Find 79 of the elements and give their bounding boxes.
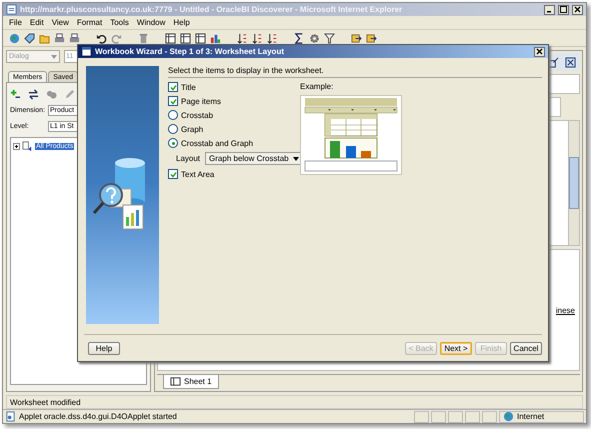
checkbox[interactable]: [168, 169, 178, 179]
radio-button[interactable]: [168, 138, 178, 148]
page-icon: [5, 411, 16, 422]
checkbox[interactable]: [168, 96, 178, 106]
sheet-tab[interactable]: Sheet 1: [163, 375, 219, 389]
restore-icon[interactable]: [548, 56, 559, 68]
status-pane: [448, 410, 463, 422]
close-icon[interactable]: [565, 56, 576, 68]
radio-button[interactable]: [168, 110, 178, 120]
tag-icon[interactable]: [24, 32, 35, 44]
sort-icon[interactable]: [267, 32, 278, 44]
checkmark-icon: [170, 170, 176, 178]
radio-label[interactable]: Graph: [181, 124, 204, 134]
zone-label: Internet: [517, 412, 544, 421]
menu-item[interactable]: View: [52, 18, 69, 27]
close-icon: [536, 48, 543, 55]
scrollbar[interactable]: [568, 121, 579, 245]
sheet-icon: [170, 376, 181, 387]
export-icon[interactable]: [351, 32, 362, 44]
layout-dropdown[interactable]: Graph below Crosstab: [205, 152, 303, 165]
dialog-title: Workbook Wizard - Step 1 of 3: Worksheet Layout: [95, 47, 285, 56]
close-icon: [574, 6, 581, 13]
wizard-button[interactable]: Cancel: [510, 342, 542, 354]
caret-icon: [292, 156, 299, 160]
hierarchy-icon: [22, 141, 33, 152]
minimize-button[interactable]: [544, 4, 555, 14]
radio-label[interactable]: Crosstab: [181, 110, 214, 120]
close-button[interactable]: [572, 4, 583, 14]
undo-icon[interactable]: [96, 32, 107, 44]
radio-button[interactable]: [168, 124, 178, 134]
gear-icon[interactable]: [309, 32, 320, 44]
radio-label[interactable]: Crosstab and Graph: [181, 138, 254, 148]
maximize-button[interactable]: [558, 4, 569, 14]
status-pane: [465, 410, 480, 422]
page-icon: [6, 4, 17, 15]
printer-icon[interactable]: [54, 32, 65, 44]
menu-item[interactable]: Format: [76, 18, 102, 27]
folder-icon[interactable]: [39, 32, 50, 44]
expand-icon[interactable]: [13, 143, 20, 150]
globe-icon[interactable]: [9, 32, 20, 44]
sum-icon[interactable]: [294, 32, 305, 44]
bar-chart-icon[interactable]: [210, 32, 221, 44]
trash-icon[interactable]: [138, 32, 149, 44]
layout-label: Layout: [176, 154, 200, 163]
menu-item[interactable]: Tools: [110, 18, 129, 27]
status-pane: [431, 410, 446, 422]
link[interactable]: inese: [556, 306, 575, 314]
help-button[interactable]: Help: [88, 342, 120, 354]
menu-item[interactable]: Edit: [30, 18, 44, 27]
status-text: Applet oracle.dss.d4o.gui.D4OApplet started: [19, 412, 177, 421]
status-message: Worksheet modified: [6, 395, 583, 409]
checkbox[interactable]: [168, 82, 178, 92]
table-icon[interactable]: [180, 32, 191, 44]
close-button[interactable]: [534, 46, 545, 56]
add-icon[interactable]: [10, 89, 21, 100]
sort-icon[interactable]: [237, 32, 248, 44]
menu-item[interactable]: Window: [136, 18, 166, 27]
export-icon[interactable]: [366, 32, 377, 44]
instruction-text: Select the items to display in the worksheet.: [168, 66, 542, 78]
window-icon: [81, 46, 92, 57]
printer-icon[interactable]: [69, 32, 80, 44]
cluster-icon[interactable]: [46, 89, 57, 100]
status-pane: [414, 410, 429, 422]
status-pane: [482, 410, 497, 422]
checkbox-label[interactable]: Page items: [181, 96, 222, 106]
globe-icon: [503, 411, 514, 422]
example-label: Example:: [300, 82, 334, 91]
checkbox-label[interactable]: Text Area: [181, 170, 214, 178]
checkbox-label[interactable]: Title: [181, 82, 196, 92]
swap-icon[interactable]: [28, 89, 39, 100]
wizard-button[interactable]: Next >: [440, 342, 472, 354]
table-icon[interactable]: [165, 32, 176, 44]
window-title: http://markr.plusconsultancy.co.uk:7779 - Untitled - OracleBI Discoverer - Microsoft Internet Explorer: [20, 5, 404, 14]
sort-icon[interactable]: [252, 32, 263, 44]
caret-icon: [51, 54, 57, 58]
table-icon[interactable]: [195, 32, 206, 44]
menu-item[interactable]: File: [9, 18, 22, 27]
maximize-icon: [560, 6, 567, 13]
menu-item[interactable]: Help: [173, 18, 190, 27]
